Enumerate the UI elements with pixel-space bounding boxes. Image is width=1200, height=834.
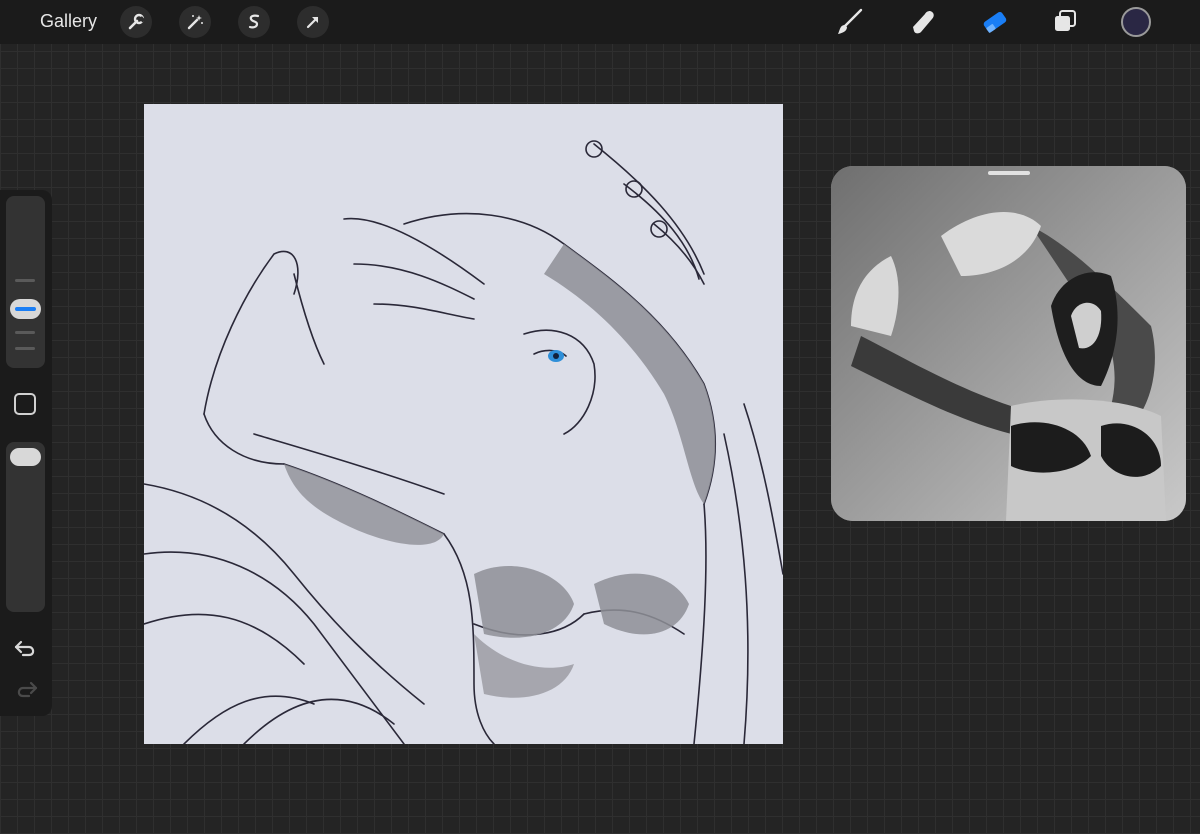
layers-button[interactable] [1049, 6, 1081, 38]
reference-window[interactable] [831, 166, 1186, 521]
drawing-canvas[interactable] [144, 104, 783, 744]
smudge-button[interactable] [907, 6, 939, 38]
artwork-illustration [144, 140, 783, 744]
smudge-icon [913, 11, 934, 34]
eraser-button[interactable] [979, 6, 1011, 38]
undo-icon[interactable] [12, 636, 40, 660]
adjustments-button[interactable] [179, 6, 211, 38]
left-sidebar [0, 190, 52, 716]
reference-photo [831, 166, 1186, 521]
selection-button[interactable] [238, 6, 270, 38]
color-picker-button[interactable] [1121, 7, 1151, 37]
brush-icon [838, 8, 863, 34]
magic-wand-icon [187, 15, 203, 30]
opacity-thumb[interactable] [10, 448, 41, 466]
actions-button[interactable] [120, 6, 152, 38]
reference-drag-handle[interactable] [988, 171, 1030, 175]
opacity-slider[interactable] [6, 442, 45, 612]
slider-tick [15, 279, 35, 282]
selection-icon [248, 14, 260, 29]
top-toolbar: Gallery [0, 0, 1200, 44]
transform-button[interactable] [297, 6, 329, 38]
wrench-icon [128, 13, 145, 30]
redo-icon[interactable] [12, 677, 40, 701]
brush-size-slider[interactable] [6, 196, 45, 368]
slider-tick [15, 331, 35, 334]
brush-button[interactable] [834, 6, 866, 38]
layers-icon [1055, 10, 1076, 31]
modify-square-icon[interactable] [14, 393, 36, 415]
brush-size-thumb[interactable] [10, 299, 41, 319]
gallery-button[interactable]: Gallery [40, 11, 97, 32]
transform-arrow-icon [306, 16, 319, 29]
eraser-icon [983, 11, 1007, 33]
slider-tick [15, 347, 35, 350]
